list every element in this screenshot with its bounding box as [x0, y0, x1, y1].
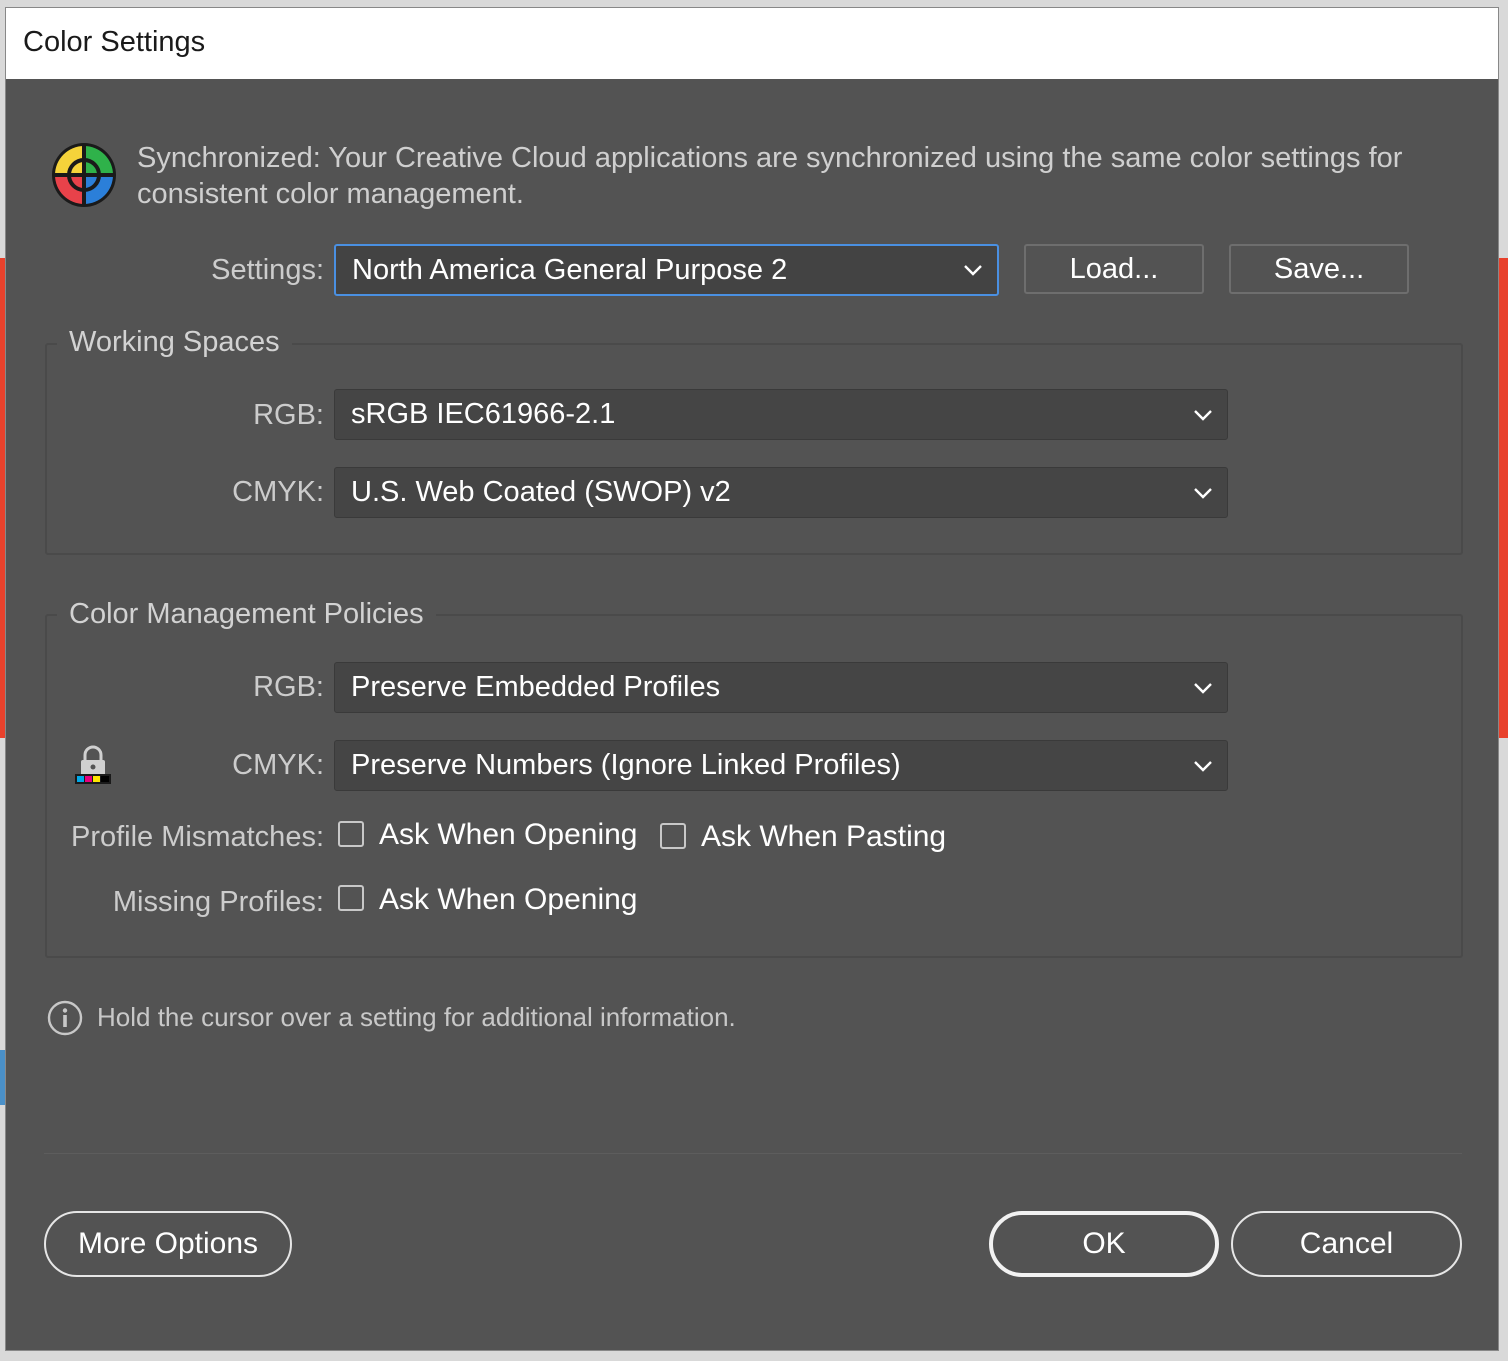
- policy-rgb-label: RGB:: [253, 671, 324, 703]
- policy-rgb-dropdown[interactable]: Preserve Embedded Profiles: [334, 662, 1228, 713]
- mismatch-ask-opening-label[interactable]: Ask When Opening: [379, 818, 637, 852]
- missing-ask-opening-checkbox[interactable]: [338, 885, 364, 911]
- chevron-down-icon: [1194, 760, 1212, 772]
- info-text: Hold the cursor over a setting for addit…: [97, 1002, 736, 1032]
- ok-button[interactable]: OK: [989, 1211, 1219, 1277]
- working-spaces-title: Working Spaces: [57, 326, 292, 359]
- footer-divider: [44, 1153, 1462, 1154]
- cancel-button[interactable]: Cancel: [1231, 1211, 1462, 1277]
- mismatch-ask-pasting-checkbox[interactable]: [660, 823, 686, 849]
- policy-cmyk-value: Preserve Numbers (Ignore Linked Profiles…: [351, 749, 901, 781]
- policy-cmyk-label: CMYK:: [232, 749, 324, 781]
- profile-mismatches-label: Profile Mismatches:: [70, 821, 324, 853]
- dialog-title: Color Settings: [23, 26, 206, 58]
- lock-icon: [75, 745, 111, 784]
- missing-profiles-label: Missing Profiles:: [112, 886, 324, 918]
- title-bar[interactable]: Color Settings: [6, 8, 1498, 79]
- ws-cmyk-dropdown[interactable]: U.S. Web Coated (SWOP) v2: [334, 467, 1228, 518]
- policies-title: Color Management Policies: [57, 598, 436, 631]
- color-sync-icon: [52, 143, 116, 207]
- ws-rgb-label: RGB:: [253, 399, 324, 431]
- ws-rgb-value: sRGB IEC61966-2.1: [351, 398, 616, 430]
- background-app-strip-right: [1499, 258, 1508, 738]
- info-icon: [47, 1000, 83, 1036]
- chevron-down-icon: [1194, 682, 1212, 694]
- chevron-down-icon: [1194, 487, 1212, 499]
- ws-rgb-dropdown[interactable]: sRGB IEC61966-2.1: [334, 389, 1228, 440]
- load-button[interactable]: Load...: [1024, 244, 1204, 294]
- working-spaces-group: [45, 343, 1463, 555]
- sync-status-text: Synchronized: Your Creative Cloud applic…: [137, 142, 1403, 210]
- chevron-down-icon: [1194, 409, 1212, 421]
- settings-value: North America General Purpose 2: [352, 253, 788, 286]
- more-options-button[interactable]: More Options: [44, 1211, 292, 1277]
- ws-cmyk-label: CMYK:: [232, 476, 324, 508]
- settings-dropdown[interactable]: North America General Purpose 2: [334, 244, 999, 296]
- ws-cmyk-value: U.S. Web Coated (SWOP) v2: [351, 476, 731, 508]
- mismatch-ask-opening-checkbox[interactable]: [338, 821, 364, 847]
- mismatch-ask-pasting-label[interactable]: Ask When Pasting: [701, 820, 946, 854]
- save-button[interactable]: Save...: [1229, 244, 1409, 294]
- color-settings-dialog: Color Settings Synchronized: Your Creati…: [5, 7, 1499, 1351]
- missing-ask-opening-label[interactable]: Ask When Opening: [379, 883, 637, 917]
- chevron-down-icon: [964, 265, 982, 276]
- settings-label: Settings:: [211, 254, 324, 286]
- policy-cmyk-dropdown[interactable]: Preserve Numbers (Ignore Linked Profiles…: [334, 740, 1228, 791]
- policy-rgb-value: Preserve Embedded Profiles: [351, 671, 721, 703]
